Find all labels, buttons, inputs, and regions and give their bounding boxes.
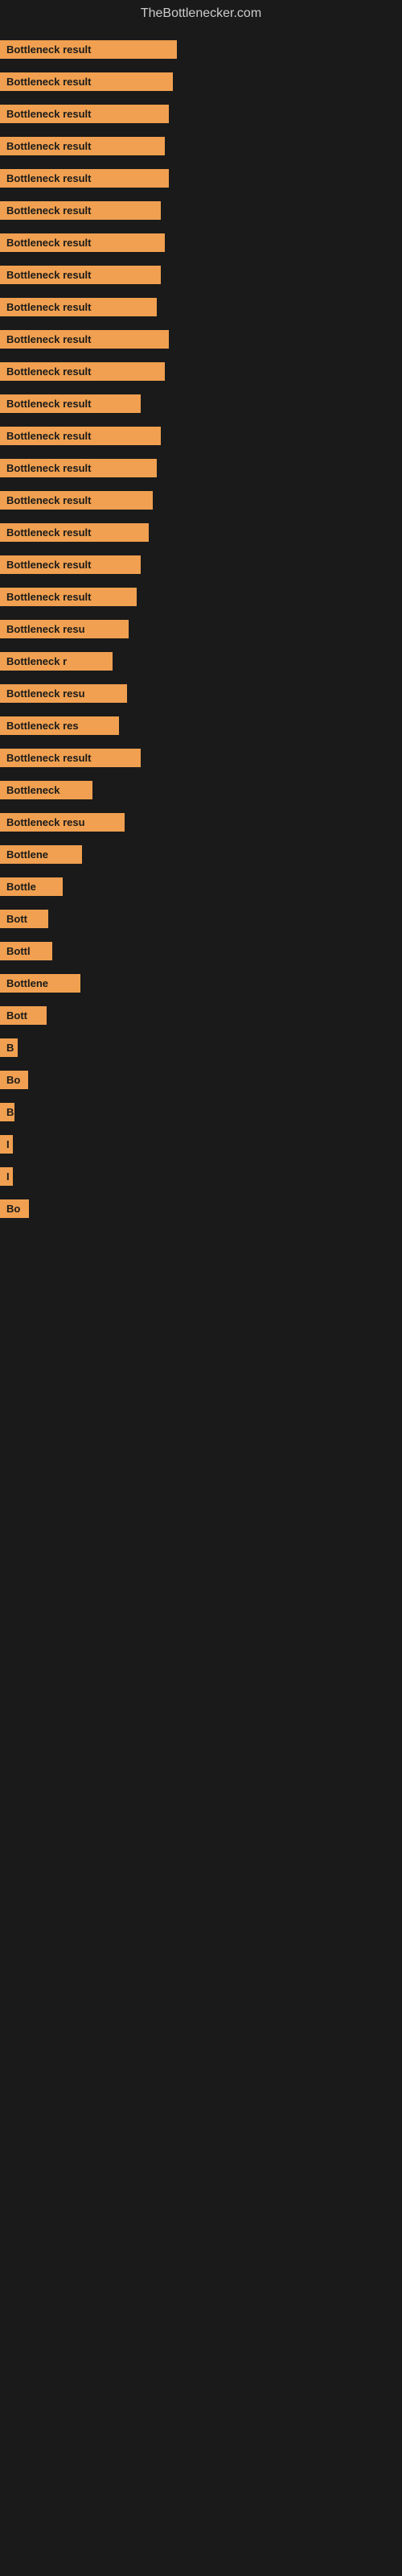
bottleneck-result-bar: Bottleneck result [0, 169, 169, 188]
bar-row: Bottleneck result [0, 100, 402, 132]
bottleneck-result-bar: Bottleneck result [0, 523, 149, 542]
bottleneck-result-bar: I [0, 1135, 13, 1154]
bar-row: Bottlene [0, 969, 402, 1001]
bottleneck-result-bar: Bottl [0, 942, 52, 960]
bottleneck-result-bar: Bottleneck resu [0, 684, 127, 703]
bar-row: Bottleneck result [0, 35, 402, 68]
bars-container: Bottleneck result Bottleneck result Bottle… [0, 27, 402, 1235]
bar-row: Bottleneck result [0, 68, 402, 100]
bottleneck-result-bar: Bottleneck result [0, 266, 161, 284]
bottleneck-result-bar: Bottleneck [0, 781, 92, 799]
bar-row: Bottleneck result [0, 518, 402, 551]
bar-row: Bottleneck resu [0, 615, 402, 647]
site-title: TheBottlenecker.com [0, 0, 402, 27]
bar-row: Bottleneck result [0, 744, 402, 776]
bar-row: Bottleneck result [0, 164, 402, 196]
bottleneck-result-bar: Bottlene [0, 974, 80, 993]
bottleneck-result-bar: Bottlene [0, 845, 82, 864]
bottleneck-result-bar: Bottleneck result [0, 137, 165, 155]
bottleneck-result-bar: Bottleneck result [0, 491, 153, 510]
bottleneck-result-bar: Bo [0, 1199, 29, 1218]
bar-row: Bottleneck result [0, 293, 402, 325]
bar-row: Bottleneck resu [0, 679, 402, 712]
bar-row: Bottleneck result [0, 390, 402, 422]
bottleneck-result-bar: Bottleneck result [0, 555, 141, 574]
bar-row: Bottleneck result [0, 132, 402, 164]
bar-row: Bott [0, 1001, 402, 1034]
bar-row: Bottleneck result [0, 486, 402, 518]
bottleneck-result-bar: Bottleneck result [0, 40, 177, 59]
bottleneck-result-bar: Bottleneck res [0, 716, 119, 735]
bar-row: Bottleneck result [0, 261, 402, 293]
bottleneck-result-bar: Bottleneck result [0, 394, 141, 413]
bar-row: Bottleneck result [0, 422, 402, 454]
bar-row: I [0, 1162, 402, 1195]
bottleneck-result-bar: Bottleneck result [0, 459, 157, 477]
bottleneck-result-bar: Bott [0, 910, 48, 928]
bar-row: Bottleneck res [0, 712, 402, 744]
bottleneck-result-bar: Bottleneck result [0, 72, 173, 91]
bar-row: Bottleneck resu [0, 808, 402, 840]
bottleneck-result-bar: Bottle [0, 877, 63, 896]
bottleneck-result-bar: Bottleneck result [0, 105, 169, 123]
bar-row: Bottleneck result [0, 551, 402, 583]
bottleneck-result-bar: B [0, 1038, 18, 1057]
bar-row: Bottleneck result [0, 583, 402, 615]
bottleneck-result-bar: Bo [0, 1071, 28, 1089]
bar-row: Bottleneck result [0, 229, 402, 261]
bar-row: Bottleneck r [0, 647, 402, 679]
bar-row: Bo [0, 1066, 402, 1098]
bar-row: Bottle [0, 873, 402, 905]
bar-row: Bott [0, 905, 402, 937]
bottleneck-result-bar: Bottleneck resu [0, 813, 125, 832]
bar-row: Bottleneck [0, 776, 402, 808]
bar-row: Bottleneck result [0, 357, 402, 390]
bottleneck-result-bar: Bottleneck result [0, 427, 161, 445]
bar-row: B [0, 1098, 402, 1130]
bottleneck-result-bar: Bottleneck result [0, 298, 157, 316]
bottleneck-result-bar: Bottleneck result [0, 330, 169, 349]
bar-row: Bottleneck result [0, 454, 402, 486]
bottleneck-result-bar: Bott [0, 1006, 47, 1025]
bar-row: I [0, 1130, 402, 1162]
bar-row: B [0, 1034, 402, 1066]
bottleneck-result-bar: Bottleneck r [0, 652, 113, 671]
bottleneck-result-bar: Bottleneck result [0, 233, 165, 252]
bar-row: Bo [0, 1195, 402, 1227]
bar-row: Bottleneck result [0, 196, 402, 229]
bottleneck-result-bar: Bottleneck result [0, 588, 137, 606]
bottleneck-result-bar: Bottleneck resu [0, 620, 129, 638]
bottleneck-result-bar: B [0, 1103, 14, 1121]
bar-row: Bottleneck result [0, 325, 402, 357]
bottleneck-result-bar: Bottleneck result [0, 201, 161, 220]
bottleneck-result-bar: I [0, 1167, 13, 1186]
bar-row: Bottl [0, 937, 402, 969]
bar-row: Bottlene [0, 840, 402, 873]
bottleneck-result-bar: Bottleneck result [0, 749, 141, 767]
bottleneck-result-bar: Bottleneck result [0, 362, 165, 381]
